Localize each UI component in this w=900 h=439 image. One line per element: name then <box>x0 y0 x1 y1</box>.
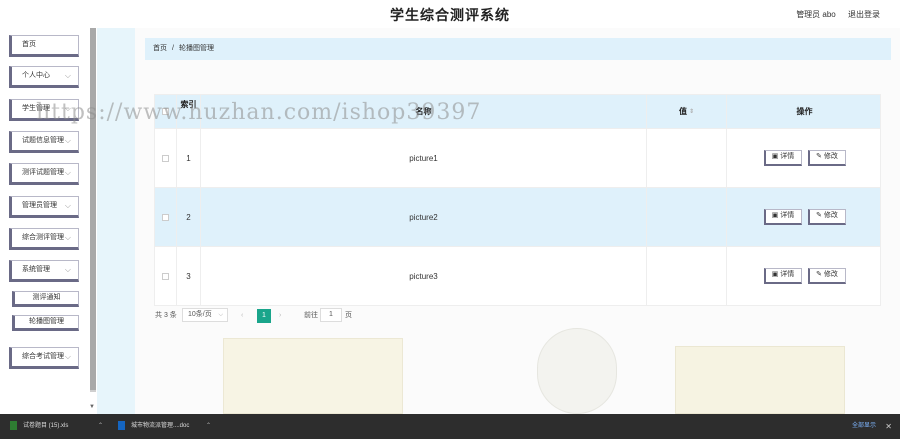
sidebar-subitem-carousel[interactable]: 轮播图管理 <box>12 315 79 331</box>
sidebar-subitem-notice[interactable]: 测评通知 <box>12 291 79 307</box>
pagination: 共 3 条 10条/页 ⌵ ‹ 1 › 前往 1 页 <box>155 308 455 324</box>
checkbox-icon <box>162 272 169 280</box>
next-page-icon[interactable]: › <box>279 308 281 324</box>
row-checkbox[interactable] <box>155 188 177 246</box>
row-value <box>647 188 727 246</box>
table-row: 1 picture1 ▣ 详情 ✎ 修改 <box>155 128 880 187</box>
row-index: 2 <box>177 188 201 246</box>
page-number-current[interactable]: 1 <box>257 309 271 323</box>
breadcrumb: 首页 / 轮播图管理 <box>145 38 891 60</box>
breadcrumb-home[interactable]: 首页 <box>153 45 167 52</box>
download-item[interactable]: 试卷题目 (15).xls ⌃ <box>10 418 106 435</box>
chevron-down-icon: ⌵ <box>64 168 71 177</box>
checkbox-icon <box>162 213 169 221</box>
sidebar-item-admin-management[interactable]: 管理员管理 ⌵ <box>9 196 79 218</box>
sidebar-item-system-management[interactable]: 系统管理 ⌵ <box>9 260 79 282</box>
checkbox-icon <box>162 154 169 162</box>
goto-page-input[interactable]: 1 <box>320 308 342 322</box>
download-item[interactable]: 城市物流派管理....doc ⌃ <box>118 418 214 435</box>
current-user: 管理员 abo <box>796 10 836 19</box>
chevron-down-icon: ⌵ <box>218 312 223 318</box>
goto-label: 前往 <box>304 312 318 319</box>
detail-icon: ▣ <box>771 153 781 160</box>
row-name: picture3 <box>201 247 647 305</box>
table-row: 2 picture2 ▣ 详情 ✎ 修改 <box>155 187 880 246</box>
sort-icon[interactable]: ⇕ <box>689 108 694 115</box>
breadcrumb-separator: / <box>172 45 174 52</box>
chevron-up-icon[interactable]: ⌃ <box>98 418 103 435</box>
row-index: 3 <box>177 247 201 305</box>
row-actions: ▣ 详情 ✎ 修改 <box>727 129 882 187</box>
chevron-down-icon: ⌵ <box>64 233 71 242</box>
row-actions: ▣ 详情 ✎ 修改 <box>727 247 882 305</box>
scroll-down-arrow-icon[interactable]: ▼ <box>89 404 95 410</box>
app-title: 学生综合测评系统 <box>390 7 510 23</box>
chevron-down-icon: ⌵ <box>64 136 71 145</box>
show-all-link[interactable]: 全部显示 <box>852 418 876 435</box>
chevron-down-icon: ⌵ <box>64 352 71 361</box>
page-size-select[interactable]: 10条/页 ⌵ <box>182 308 228 322</box>
edit-icon: ✎ <box>816 153 824 160</box>
chevron-up-icon: ⌵ <box>64 265 71 274</box>
sidebar-item-test-questions[interactable]: 测评试题管理 ⌵ <box>9 163 79 185</box>
watermark-text: https://www.huzhan.com/ishop39397 <box>36 100 482 125</box>
background-decoration <box>537 328 617 414</box>
edit-button[interactable]: ✎ 修改 <box>807 150 846 166</box>
detail-button[interactable]: ▣ 详情 <box>763 209 802 225</box>
table-row: 3 picture3 ▣ 详情 ✎ 修改 <box>155 246 880 305</box>
row-value <box>647 129 727 187</box>
detail-button[interactable]: ▣ 详情 <box>763 150 802 166</box>
pagination-total: 共 3 条 <box>155 312 177 319</box>
sidebar-item-home[interactable]: 首页 <box>9 35 79 57</box>
row-checkbox[interactable] <box>155 129 177 187</box>
column-header-actions: 操作 <box>796 107 813 116</box>
detail-icon: ▣ <box>771 212 781 219</box>
download-bar: 试卷题目 (15).xls ⌃ 城市物流派管理....doc ⌃ 全部显示 ✕ <box>0 414 900 439</box>
sidebar-item-personal-center[interactable]: 个人中心 ⌵ <box>9 66 79 88</box>
background-decoration <box>675 346 845 414</box>
excel-file-icon <box>10 420 17 430</box>
chevron-down-icon: ⌵ <box>64 71 71 80</box>
top-header: 学生综合测评系统 管理员 abo 退出登录 <box>0 0 900 28</box>
edit-button[interactable]: ✎ 修改 <box>807 209 846 225</box>
sidebar-item-exam-management[interactable]: 综合考试管理 ⌵ <box>9 347 79 369</box>
detail-button[interactable]: ▣ 详情 <box>763 268 802 284</box>
detail-icon: ▣ <box>771 271 781 278</box>
page-suffix-label: 页 <box>345 312 352 319</box>
close-icon[interactable]: ✕ <box>885 418 892 435</box>
background-decoration <box>223 338 403 414</box>
chevron-up-icon[interactable]: ⌃ <box>206 418 211 435</box>
chevron-down-icon: ⌵ <box>64 201 71 210</box>
row-name: picture2 <box>201 188 647 246</box>
word-file-icon <box>118 420 125 430</box>
sidebar-item-question-management[interactable]: 试题信息管理 ⌵ <box>9 131 79 153</box>
column-header-value[interactable]: 值 ⇕ <box>647 95 727 128</box>
edit-icon: ✎ <box>816 271 824 278</box>
row-index: 1 <box>177 129 201 187</box>
breadcrumb-current: 轮播图管理 <box>178 45 214 52</box>
row-actions: ▣ 详情 ✎ 修改 <box>727 188 882 246</box>
sidebar-scrollbar-thumb[interactable] <box>90 28 96 390</box>
user-area: 管理员 abo 退出登录 <box>786 9 880 20</box>
row-value <box>647 247 727 305</box>
main-content: 首页 / 轮播图管理 索引 名称 值 ⇕ 操作 1 picture1 ▣ 详情 ✎ 修… <box>135 28 900 414</box>
sidebar-item-evaluation-management[interactable]: 综合测评管理 ⌵ <box>9 228 79 250</box>
sidebar: 首页 个人中心 ⌵ 学生管理 ⌵ 试题信息管理 ⌵ 测评试题管理 ⌵ 管理员管理 ⌵ 综合… <box>0 28 97 414</box>
edit-button[interactable]: ✎ 修改 <box>807 268 846 284</box>
carousel-table: 索引 名称 值 ⇕ 操作 1 picture1 ▣ 详情 ✎ 修改 2 pictu… <box>154 94 881 306</box>
prev-page-icon[interactable]: ‹ <box>241 308 243 324</box>
edit-icon: ✎ <box>816 212 824 219</box>
row-checkbox[interactable] <box>155 247 177 305</box>
logout-link[interactable]: 退出登录 <box>848 10 880 19</box>
row-name: picture1 <box>201 129 647 187</box>
